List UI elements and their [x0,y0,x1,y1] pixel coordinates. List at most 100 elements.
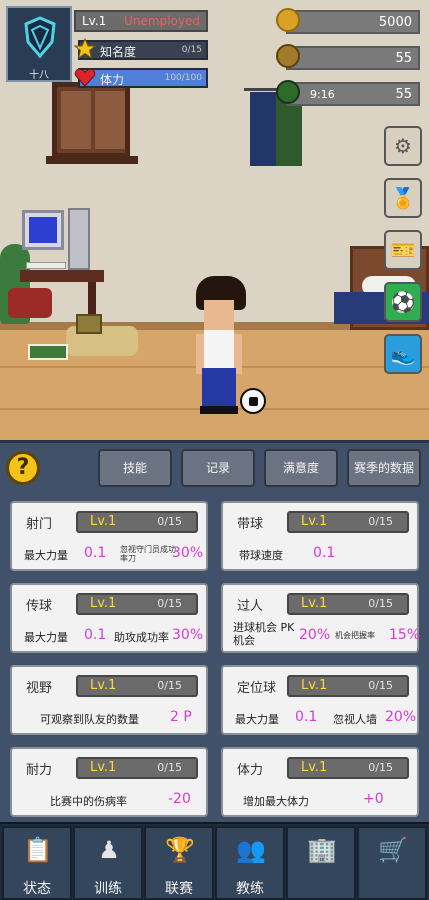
skill-stats: 最大力量 0.1 助攻成功率 30% [22,625,203,647]
skill-level: Lv.1 [90,596,117,611]
skill-stats: 进球机会 PK机会 20% 机会把握率 15% [233,621,420,647]
skill-title: 射门 [26,517,53,532]
skill-card-dribbling[interactable]: 带球 Lv.1 0/15 带球速度 0.1 [221,501,419,571]
stat-value: 20% [385,709,417,725]
skill-progress: 0/15 [368,597,393,610]
player-job: Unemployed [124,14,200,28]
nav-status[interactable]: 📋 状态 [2,826,72,900]
skill-card-set-piece[interactable]: 定位球 Lv.1 0/15 最大力量 0.1 忽视人墙 20% [221,665,419,735]
skill-card-vision[interactable]: 视野 Lv.1 0/15 可观察到队友的数量 2 P [10,665,208,735]
coin-icon [276,8,300,32]
energy-value: 55 [395,87,412,102]
skill-card-passing[interactable]: 传球 Lv.1 0/15 最大力量 0.1 助攻成功率 30% [10,583,208,653]
stat-label: 助攻成功率 [114,631,169,644]
skill-card-shooting[interactable]: 射门 Lv.1 0/15 最大力量 0.1 忽视守门员成功率刀 30% [10,501,208,571]
gems-value: 55 [395,51,412,66]
window [52,82,130,158]
tab-season-stats[interactable]: 赛季的数据 [347,449,421,487]
skill-level-pill: Lv.1 0/15 [76,593,198,615]
energy-bar[interactable]: 9:16 55 [286,82,420,106]
skill-level-pill: Lv.1 0/15 [76,757,198,779]
skill-card-beating[interactable]: 过人 Lv.1 0/15 进球机会 PK机会 20% 机会把握率 15% [221,583,420,653]
skill-level-pill: Lv.1 0/15 [287,675,409,697]
gem-icon [276,44,300,68]
stat-value: 2 P [170,709,192,725]
books [28,344,68,360]
skill-title: 定位球 [237,681,277,696]
nav-label: 联赛 [165,881,193,897]
help-button[interactable]: ? [6,451,40,485]
stat-value: -20 [168,791,191,807]
skill-level: Lv.1 [301,514,328,529]
shoe-icon: 👟 [390,342,416,366]
skill-title: 传球 [26,599,53,614]
stat-value: +0 [363,791,384,807]
fame-label: 知名度 [100,45,137,59]
skill-level: Lv.1 [90,678,117,693]
gems-bar[interactable]: 55 [286,46,420,70]
stamina-bar: 体力 100/100 [74,68,208,88]
stat-label: 比赛中的伤病率 [50,795,127,808]
skill-level: Lv.1 [301,596,328,611]
soccer-ball[interactable] [240,388,266,414]
skill-stats: 最大力量 0.1 忽视人墙 20% [233,707,416,729]
stat-label: 忽视人墙 [333,713,377,726]
gear-icon: ⚙ [394,134,412,158]
settings-button[interactable]: ⚙ [384,126,422,166]
skill-title: 体力 [237,763,264,778]
skill-level: Lv.1 [301,678,328,693]
skill-level-pill: Lv.1 0/15 [287,593,409,615]
desk [20,270,104,282]
stat-label: 最大力量 [235,713,279,726]
bottom-nav: 📋 状态 ♟ 训练 🏆 联赛 👥 教练 🏢 🛒 [0,822,429,900]
shoe-button[interactable]: 👟 [384,334,422,374]
skill-card-endurance[interactable]: 耐力 Lv.1 0/15 比赛中的伤病率 -20 [10,747,208,817]
desk-leg [88,282,96,318]
achievements-button[interactable]: 🏅 [384,178,422,218]
nav-coach[interactable]: 👥 教练 [215,826,285,900]
chair [8,288,52,318]
nav-building[interactable]: 🏢 [286,826,356,900]
skill-progress: 0/15 [157,515,182,528]
skill-level-pill: Lv.1 0/15 [287,511,409,533]
jersey-blue[interactable] [250,92,276,166]
skill-progress: 0/15 [157,597,182,610]
tab-records[interactable]: 记录 [181,449,255,487]
stamina-label: 体力 [100,73,125,87]
computer-monitor[interactable] [22,210,64,250]
coins-bar[interactable]: 5000 [286,10,420,34]
window-sill [46,156,138,164]
nav-label: 状态 [23,881,51,897]
stat-value: 15% [389,627,421,643]
fame-bar: 知名度 0/15 [74,38,208,60]
stat-label: 最大力量 [24,549,68,562]
stat-value: 30% [172,627,204,643]
cones-icon: ♟ [98,836,120,864]
nav-league[interactable]: 🏆 联赛 [144,826,214,900]
tab-skills[interactable]: 技能 [98,449,172,487]
skill-stats: 比赛中的伤病率 -20 [22,789,198,811]
stat-value: 0.1 [84,627,107,643]
skill-stats: 增加最大体力 +0 [233,789,409,811]
nav-training[interactable]: ♟ 训练 [73,826,143,900]
ball-button[interactable]: ⚽ [384,282,422,322]
heart-icon [74,68,96,87]
stat-value: 20% [299,627,331,643]
trophy-icon: 🏆 [165,836,195,864]
player-level: Lv.1 [82,14,107,28]
stat-label: 可观察到队友的数量 [40,713,139,726]
shop-icon: 🛒 [378,836,408,864]
skill-progress: 0/15 [368,515,393,528]
stat-value: 0.1 [313,545,336,561]
stamina-value: 100/100 [164,73,202,83]
skill-level: Lv.1 [90,760,117,775]
skill-stats: 可观察到队友的数量 2 P [22,707,198,729]
ticket-button[interactable]: 🎫 [384,230,422,270]
player-avatar[interactable]: 十八 [6,6,72,82]
skill-card-stamina[interactable]: 体力 Lv.1 0/15 增加最大体力 +0 [221,747,419,817]
clipboard-icon: 📋 [23,836,53,864]
nav-shop[interactable]: 🛒 [357,826,427,900]
skill-level-pill: Lv.1 0/15 [287,757,409,779]
player-name: 十八 [29,70,49,81]
tab-satisfaction[interactable]: 满意度 [264,449,338,487]
